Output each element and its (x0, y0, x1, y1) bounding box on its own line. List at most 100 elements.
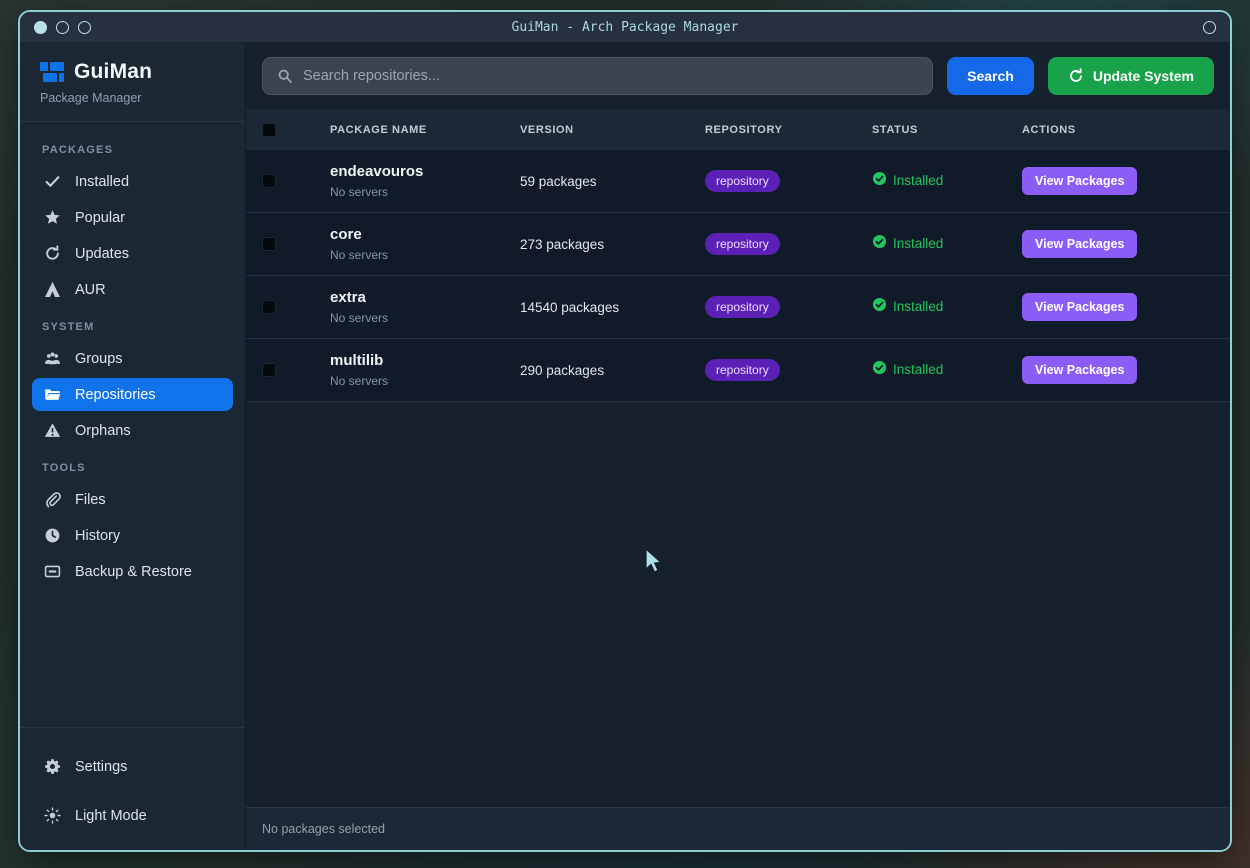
repository-badge: repository (705, 359, 780, 381)
sidebar-item-label: Installed (75, 174, 129, 190)
status-cell: Installed (872, 171, 1022, 191)
package-name: extra (330, 289, 520, 306)
titlebar: GuiMan - Arch Package Manager (20, 12, 1230, 42)
sidebar-item-installed[interactable]: Installed (32, 165, 233, 198)
folder-icon (44, 386, 61, 403)
sidebar-item-label: Popular (75, 210, 125, 226)
table-header: PACKAGE NAME VERSION REPOSITORY STATUS A… (246, 109, 1230, 150)
update-system-button[interactable]: Update System (1048, 57, 1214, 95)
check-circle-icon (872, 171, 887, 189)
package-subtext: No servers (330, 248, 520, 262)
actions-cell: View Packages (1022, 230, 1230, 258)
repository-cell: repository (705, 296, 872, 318)
refresh-icon (1068, 68, 1084, 84)
package-name: multilib (330, 352, 520, 369)
version-cell: 59 packages (520, 174, 705, 189)
sidebar-item-files[interactable]: Files (32, 483, 233, 516)
sidebar-item-label: Groups (75, 351, 123, 367)
version-cell: 290 packages (520, 363, 705, 378)
table-empty-area (246, 402, 1230, 807)
package-subtext: No servers (330, 311, 520, 325)
arch-icon (44, 281, 61, 298)
sidebar-item-label: History (75, 528, 120, 544)
toolbar: Search Update System (246, 42, 1230, 109)
check-circle-icon (872, 297, 887, 315)
app-name: GuiMan (74, 60, 152, 84)
actions-cell: View Packages (1022, 167, 1230, 195)
search-button[interactable]: Search (947, 57, 1034, 95)
select-all-checkbox[interactable] (262, 123, 276, 137)
check-icon (44, 173, 61, 190)
sidebar-item-orphans[interactable]: Orphans (32, 414, 233, 447)
sidebar-item-label: Light Mode (75, 808, 147, 824)
view-packages-button[interactable]: View Packages (1022, 167, 1137, 195)
app-subtitle: Package Manager (40, 91, 225, 105)
sidebar-item-label: Files (75, 492, 106, 508)
sidebar-item-label: Backup & Restore (75, 564, 192, 580)
sidebar-item-light-mode[interactable]: Light Mode (32, 799, 233, 832)
status-bar: No packages selected (246, 807, 1230, 850)
window-title: GuiMan - Arch Package Manager (20, 20, 1230, 35)
view-packages-button[interactable]: View Packages (1022, 230, 1137, 258)
package-subtext: No servers (330, 374, 520, 388)
package-name-cell: multilib No servers (330, 352, 520, 388)
package-name-cell: extra No servers (330, 289, 520, 325)
backup-icon (44, 563, 61, 580)
search-input[interactable] (303, 68, 918, 84)
app-logo-icon (40, 60, 64, 84)
repository-cell: repository (705, 170, 872, 192)
view-packages-button[interactable]: View Packages (1022, 356, 1137, 384)
app-window: GuiMan - Arch Package Manager (18, 10, 1232, 852)
sidebar-footer: Settings Light Mode (20, 727, 245, 850)
sidebar-item-settings[interactable]: Settings (32, 750, 233, 783)
row-checkbox[interactable] (262, 174, 276, 188)
sidebar: GuiMan Package Manager PACKAGES Installed… (20, 42, 246, 850)
search-icon (277, 68, 293, 84)
sidebar-item-repositories[interactable]: Repositories (32, 378, 233, 411)
view-packages-button[interactable]: View Packages (1022, 293, 1137, 321)
sidebar-item-label: Repositories (75, 387, 156, 403)
check-circle-icon (872, 360, 887, 378)
col-repository: REPOSITORY (705, 124, 872, 136)
sidebar-item-label: AUR (75, 282, 106, 298)
col-package-name: PACKAGE NAME (330, 124, 520, 136)
nav-section-label: SYSTEM (32, 309, 233, 339)
status-label: Installed (893, 236, 943, 251)
clock-icon (44, 527, 61, 544)
status-cell: Installed (872, 297, 1022, 317)
package-name-cell: coreNo servers (330, 226, 520, 262)
col-actions: ACTIONS (1022, 124, 1230, 136)
sidebar-item-label: Updates (75, 246, 129, 262)
sidebar-nav: PACKAGES Installed Popular Updates AUR SYSTEM… (20, 122, 245, 591)
table-body: endeavourosNo servers59 packagesreposito… (246, 150, 1230, 402)
status-label: Installed (893, 173, 943, 188)
sidebar-item-backup-restore[interactable]: Backup & Restore (32, 555, 233, 588)
warning-icon (44, 422, 61, 439)
repository-badge: repository (705, 296, 780, 318)
status-text: No packages selected (262, 822, 385, 836)
sidebar-item-popular[interactable]: Popular (32, 201, 233, 234)
sidebar-item-groups[interactable]: Groups (32, 342, 233, 375)
table-row: endeavourosNo servers59 packagesreposito… (246, 150, 1230, 213)
row-checkbox[interactable] (262, 300, 276, 314)
status-label: Installed (893, 299, 943, 314)
sidebar-item-updates[interactable]: Updates (32, 237, 233, 270)
status-label: Installed (893, 362, 943, 377)
table-row: multilib No servers290 packagesrepository… (246, 339, 1230, 402)
row-checkbox[interactable] (262, 237, 276, 251)
status-cell: Installed (872, 234, 1022, 254)
actions-cell: View Packages (1022, 293, 1230, 321)
sidebar-item-aur[interactable]: AUR (32, 273, 233, 306)
paperclip-icon (44, 491, 61, 508)
sidebar-item-history[interactable]: History (32, 519, 233, 552)
sun-icon (44, 807, 61, 824)
nav-section-label: PACKAGES (32, 132, 233, 162)
row-checkbox[interactable] (262, 363, 276, 377)
sidebar-item-label: Orphans (75, 423, 131, 439)
sidebar-item-label: Settings (75, 759, 127, 775)
package-subtext: No servers (330, 185, 520, 199)
users-icon (44, 350, 61, 367)
search-box[interactable] (262, 57, 933, 95)
refresh-icon (44, 245, 61, 262)
col-version: VERSION (520, 124, 705, 136)
